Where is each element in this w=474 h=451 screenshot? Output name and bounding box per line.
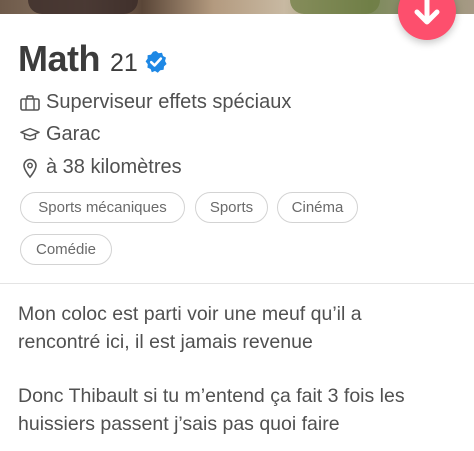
job-row: Superviseur effets spéciaux (20, 91, 291, 114)
distance-text: à 38 kilomètres (46, 156, 182, 178)
bio-paragraph: Mon coloc est parti voir une meuf qu’il … (18, 303, 362, 353)
photo-detail (290, 0, 380, 14)
graduation-cap-icon (20, 125, 40, 145)
verified-badge-icon[interactable] (144, 50, 168, 74)
profile-header: Math 21 (18, 38, 168, 82)
arrow-down-icon (414, 0, 440, 25)
collapse-profile-button[interactable] (398, 0, 456, 40)
job-title: Superviseur effets spéciaux (46, 91, 292, 113)
school-name: Garac (46, 123, 101, 145)
profile-name: Math (18, 38, 101, 79)
photo-detail (28, 0, 138, 14)
profile-age: 21 (110, 49, 138, 77)
bio-section: Mon coloc est parti voir une meuf qu’il … (18, 300, 464, 438)
distance-row: à 38 kilomètres (20, 156, 182, 179)
briefcase-icon (20, 93, 40, 113)
bio-paragraph: Donc Thibault si tu m’entend ça fait 3 f… (18, 385, 405, 435)
interest-chip[interactable]: Comédie (20, 234, 112, 265)
interest-chip[interactable]: Sports (195, 192, 268, 223)
location-pin-icon (20, 158, 40, 178)
interest-chip[interactable]: Cinéma (277, 192, 358, 223)
school-row: Garac (20, 123, 100, 146)
section-divider (0, 283, 474, 284)
interest-chip[interactable]: Sports mécaniques (20, 192, 185, 223)
